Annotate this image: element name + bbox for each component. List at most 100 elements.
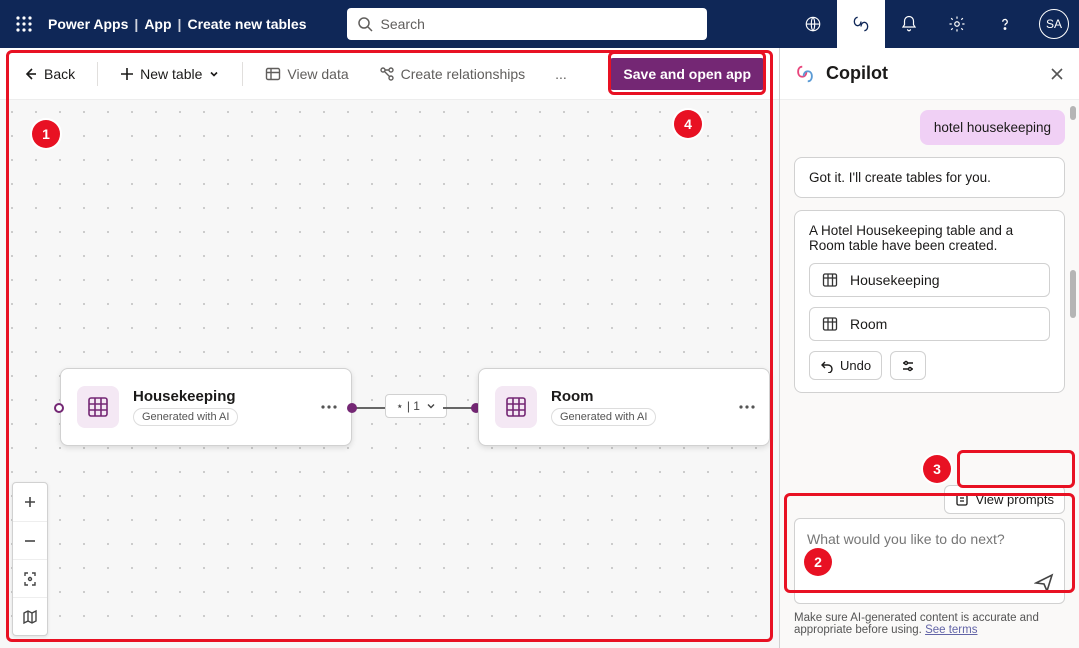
environment-button[interactable] <box>789 0 837 48</box>
toolbar-more-button[interactable]: ... <box>547 60 575 88</box>
table-canvas[interactable]: Housekeeping Generated with AI ⋆ | 1 <box>0 100 779 648</box>
copilot-footer: Make sure AI-generated content is accura… <box>780 610 1079 648</box>
copilot-logo-icon <box>794 63 816 85</box>
callout-badge-3: 3 <box>923 455 951 483</box>
copilot-table-button-housekeeping[interactable]: Housekeeping <box>809 263 1050 297</box>
table-icon <box>265 66 281 82</box>
relationship-chip[interactable]: ⋆ | 1 <box>385 394 447 418</box>
ai-tag: Generated with AI <box>551 408 656 426</box>
minus-icon <box>23 534 37 548</box>
more-horizontal-icon <box>739 405 755 409</box>
copilot-header: Copilot <box>780 48 1079 100</box>
copilot-toggle-button[interactable] <box>837 0 885 48</box>
relationship-icon <box>379 66 395 82</box>
create-relationships-button[interactable]: Create relationships <box>371 60 534 88</box>
plus-icon <box>120 67 134 81</box>
avatar[interactable]: SA <box>1039 9 1069 39</box>
book-icon <box>955 493 969 507</box>
grid-icon <box>87 396 109 418</box>
settings-button[interactable] <box>933 0 981 48</box>
copilot-input-placeholder: What would you like to do next? <box>807 531 1005 547</box>
grid-icon <box>505 396 527 418</box>
copilot-close-button[interactable] <box>1049 66 1065 82</box>
copilot-undo-button[interactable]: Undo <box>809 351 882 380</box>
globe-icon <box>804 15 822 33</box>
avatar-initials: SA <box>1046 17 1062 31</box>
help-icon <box>996 15 1014 33</box>
copilot-header-icon <box>851 14 871 34</box>
waffle-button[interactable] <box>0 16 48 32</box>
close-icon <box>1049 66 1065 82</box>
copilot-assistant-message: Got it. I'll create tables for you. <box>794 157 1065 198</box>
more-horizontal-icon <box>321 405 337 409</box>
ai-tag: Generated with AI <box>133 408 238 426</box>
chevron-down-icon <box>208 68 220 80</box>
fit-button[interactable] <box>13 559 47 597</box>
zoom-rail <box>12 482 48 636</box>
copilot-table-label: Housekeeping <box>850 272 940 288</box>
new-table-button[interactable]: New table <box>112 60 228 88</box>
table-title: Housekeeping <box>133 388 238 405</box>
copilot-scrollbar[interactable] <box>1070 106 1076 120</box>
waffle-icon <box>16 16 32 32</box>
gear-icon <box>948 15 966 33</box>
canvas-area: Back New table View data Create relation… <box>0 48 779 648</box>
view-prompts-label: View prompts <box>975 492 1054 507</box>
table-card-more[interactable] <box>315 399 343 415</box>
zoom-out-button[interactable] <box>13 521 47 559</box>
callout-badge-1: 1 <box>32 120 60 148</box>
copilot-body: hotel housekeeping Got it. I'll create t… <box>780 100 1079 481</box>
canvas-toolbar: Back New table View data Create relation… <box>0 48 779 100</box>
app-name[interactable]: Power Apps <box>48 16 128 32</box>
see-terms-link[interactable]: See terms <box>925 624 977 636</box>
bell-icon <box>900 15 918 33</box>
search-input[interactable]: Search <box>347 8 707 40</box>
copilot-send-button[interactable] <box>1034 573 1054 593</box>
copilot-input[interactable]: What would you like to do next? <box>794 518 1065 604</box>
copilot-footer-text: Make sure AI-generated content is accura… <box>794 612 1039 636</box>
arrow-left-icon <box>22 66 38 82</box>
undo-label: Undo <box>840 358 871 373</box>
copilot-created-text: A Hotel Housekeeping table and a Room ta… <box>809 223 1050 253</box>
table-icon <box>822 272 838 288</box>
copilot-title: Copilot <box>826 63 888 84</box>
undo-icon <box>820 359 834 373</box>
copilot-user-message: hotel housekeeping <box>920 110 1065 145</box>
relationship-label: ⋆ | 1 <box>396 399 420 413</box>
back-button[interactable]: Back <box>14 60 83 88</box>
table-title: Room <box>551 388 656 405</box>
breadcrumb-page: Create new tables <box>187 16 306 32</box>
chevron-down-icon <box>426 401 436 411</box>
minimap-button[interactable] <box>13 597 47 635</box>
breadcrumb: Power Apps | App | Create new tables <box>48 16 307 32</box>
send-icon <box>1034 573 1054 593</box>
copilot-scrollbar[interactable] <box>1070 270 1076 318</box>
table-card-more[interactable] <box>733 399 761 415</box>
zoom-in-button[interactable] <box>13 483 47 521</box>
view-data-button[interactable]: View data <box>257 60 356 88</box>
help-button[interactable] <box>981 0 1029 48</box>
breadcrumb-app[interactable]: App <box>144 16 171 32</box>
table-icon <box>822 316 838 332</box>
save-and-open-button[interactable]: Save and open app <box>609 58 765 90</box>
copilot-tune-button[interactable] <box>890 351 926 380</box>
plus-icon <box>23 495 37 509</box>
back-label: Back <box>44 66 75 82</box>
copilot-table-label: Room <box>850 316 887 332</box>
table-thumb <box>77 386 119 428</box>
new-table-label: New table <box>140 66 202 82</box>
fit-icon <box>22 571 38 587</box>
search-icon <box>357 16 373 32</box>
table-thumb <box>495 386 537 428</box>
sliders-icon <box>901 359 915 373</box>
callout-badge-2: 2 <box>804 548 832 576</box>
table-card-room[interactable]: Room Generated with AI <box>478 368 770 446</box>
search-placeholder: Search <box>381 16 425 32</box>
app-header: Power Apps | App | Create new tables Sea… <box>0 0 1079 48</box>
table-card-housekeeping[interactable]: Housekeeping Generated with AI <box>60 368 352 446</box>
create-relationships-label: Create relationships <box>401 66 526 82</box>
copilot-panel: Copilot hotel housekeeping Got it. I'll … <box>779 48 1079 648</box>
notifications-button[interactable] <box>885 0 933 48</box>
copilot-table-button-room[interactable]: Room <box>809 307 1050 341</box>
view-prompts-button[interactable]: View prompts <box>944 485 1065 514</box>
